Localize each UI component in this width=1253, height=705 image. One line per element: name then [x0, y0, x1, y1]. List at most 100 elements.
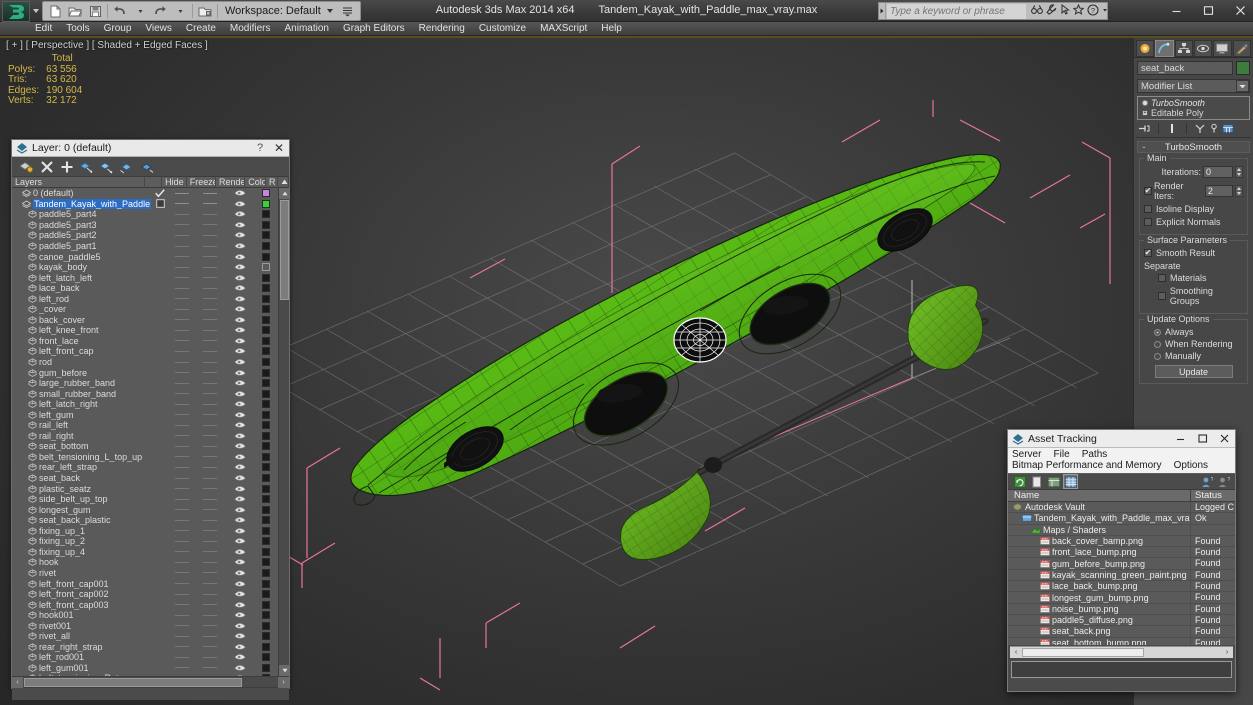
- close-icon[interactable]: [1231, 2, 1249, 18]
- layer-color-cell[interactable]: [256, 516, 278, 525]
- layer-name-cell[interactable]: hook001: [12, 610, 152, 620]
- layer-name-cell[interactable]: lace_back: [12, 283, 152, 293]
- asset-name-cell[interactable]: back_cover_bamp.png: [1008, 535, 1191, 547]
- make-unique-icon[interactable]: [1194, 122, 1206, 134]
- layer-name-cell[interactable]: paddle5_part4: [12, 209, 152, 219]
- layer-name-cell[interactable]: front_lace: [12, 336, 152, 346]
- menu-item-create[interactable]: Create: [179, 22, 223, 35]
- asset-tracking-window[interactable]: Asset Tracking Server File Paths Bitmap …: [1007, 429, 1236, 692]
- asset-row[interactable]: back_cover_bamp.png Found: [1008, 535, 1235, 548]
- layer-color-cell[interactable]: [256, 410, 278, 419]
- layer-name-cell[interactable]: left_gum001: [12, 663, 152, 673]
- layer-hide-cell[interactable]: [169, 551, 195, 553]
- explicit-normals-checkbox[interactable]: [1144, 218, 1152, 226]
- field-manually[interactable]: Manually: [1154, 351, 1243, 361]
- layer-render-cell[interactable]: [225, 601, 255, 609]
- select-objects-in-layer-icon[interactable]: [78, 159, 95, 175]
- layer-row[interactable]: large_rubber_band: [12, 378, 289, 389]
- layer-color-cell[interactable]: [256, 537, 278, 546]
- layer-freeze-cell[interactable]: [195, 256, 225, 258]
- rollout-collapse-icon[interactable]: -: [1138, 142, 1150, 153]
- layer-name-cell[interactable]: rivet_all: [12, 631, 152, 641]
- layer-render-cell[interactable]: [225, 390, 255, 398]
- layer-name-cell[interactable]: longest_gum: [12, 505, 152, 515]
- layer-freeze-cell[interactable]: [195, 540, 225, 542]
- layer-name-cell[interactable]: rivet: [12, 568, 152, 578]
- layer-name-cell[interactable]: fixing_up_1: [12, 526, 152, 536]
- asset-name-cell[interactable]: gum_before_bump.png: [1008, 558, 1191, 569]
- layer-hide-cell[interactable]: [169, 319, 195, 321]
- layer-row[interactable]: rivet001: [12, 620, 289, 631]
- rollout-header-turbosmooth[interactable]: - TurboSmooth: [1137, 141, 1250, 153]
- layer-color-cell[interactable]: [256, 400, 278, 409]
- layer-freeze-cell[interactable]: [195, 287, 225, 289]
- layer-render-cell[interactable]: [225, 580, 255, 588]
- layer-row[interactable]: gum_before: [12, 367, 289, 378]
- search-dropdown-icon[interactable]: [879, 3, 886, 19]
- layer-color-cell[interactable]: [256, 431, 278, 440]
- binoculars-icon[interactable]: [1031, 4, 1043, 18]
- layer-name-cell[interactable]: left_rod001: [12, 652, 152, 662]
- layer-render-cell[interactable]: [225, 379, 255, 387]
- layer-render-cell[interactable]: [225, 274, 255, 282]
- asset-grid-horizontal-scrollbar[interactable]: ‹ ›: [1010, 646, 1233, 658]
- asset-name-cell[interactable]: lace_back_bump.png: [1008, 581, 1191, 592]
- layer-freeze-cell[interactable]: [195, 604, 225, 606]
- layer-hide-cell[interactable]: [169, 308, 195, 310]
- layer-name-cell[interactable]: side_belt_up_top: [12, 494, 152, 504]
- modifier-stack[interactable]: TurboSmooth + Editable Poly: [1137, 96, 1250, 120]
- layer-name-cell[interactable]: gum_before: [12, 368, 152, 378]
- menu-item-help[interactable]: Help: [594, 22, 629, 35]
- viewport-label[interactable]: [ + ] [ Perspective ] [ Shaded + Edged F…: [6, 40, 208, 51]
- layer-color-cell[interactable]: [256, 663, 278, 672]
- layer-color-cell[interactable]: [256, 505, 278, 514]
- layer-row[interactable]: left_latch_right: [12, 399, 289, 410]
- column-header-r[interactable]: R: [266, 176, 278, 188]
- layer-row[interactable]: seat_back: [12, 473, 289, 484]
- field-when-rendering[interactable]: When Rendering: [1154, 339, 1243, 349]
- column-header-color[interactable]: Color: [245, 176, 267, 188]
- layer-row[interactable]: left_front_cap002: [12, 589, 289, 600]
- layer-color-cell[interactable]: [256, 568, 278, 577]
- layer-name-cell[interactable]: seat_bottom: [12, 441, 152, 451]
- layer-hide-cell[interactable]: [169, 488, 195, 490]
- scroll-down-icon[interactable]: [279, 665, 289, 676]
- layer-color-cell[interactable]: [256, 294, 278, 303]
- layer-name-cell[interactable]: kayak_body: [12, 262, 152, 272]
- layer-render-cell[interactable]: [225, 611, 255, 619]
- asset-name-cell[interactable]: longest_gum_bump.png: [1008, 592, 1191, 603]
- layer-render-cell[interactable]: [225, 548, 255, 556]
- layer-render-cell[interactable]: [225, 569, 255, 577]
- layer-color-cell[interactable]: [256, 621, 278, 630]
- layer-row[interactable]: belt_tensioning_L_top_up: [12, 452, 289, 463]
- render-iters-spinner[interactable]: [1235, 185, 1243, 197]
- layer-freeze-cell[interactable]: [195, 519, 225, 521]
- workspace-dropdown-icon[interactable]: [326, 9, 333, 13]
- asset-name-cell[interactable]: kayak_scanning_green_paint.png: [1008, 569, 1191, 581]
- layer-name-cell[interactable]: rivet001: [12, 621, 152, 631]
- menu-item-modifiers[interactable]: Modifiers: [223, 22, 278, 35]
- refresh-icon[interactable]: [1013, 475, 1026, 488]
- layer-hide-cell[interactable]: [169, 245, 195, 247]
- layer-hide-cell[interactable]: [169, 224, 195, 226]
- layer-hide-cell[interactable]: [169, 509, 195, 511]
- layer-name-cell[interactable]: left_front_cap001: [12, 579, 152, 589]
- layer-freeze-cell[interactable]: [195, 530, 225, 532]
- layer-render-cell[interactable]: [225, 442, 255, 450]
- layer-row[interactable]: rear_right_strap: [12, 642, 289, 653]
- scroll-left-icon[interactable]: ‹: [12, 677, 23, 688]
- asset-row[interactable]: Autodesk Vault Logged C: [1008, 502, 1235, 514]
- scroll-right-icon[interactable]: ›: [278, 677, 289, 688]
- field-smooth-result[interactable]: Smooth Result: [1144, 248, 1243, 258]
- layer-freeze-cell[interactable]: [195, 213, 225, 215]
- layer-render-cell[interactable]: [225, 231, 255, 239]
- layer-row[interactable]: rivet_all: [12, 631, 289, 642]
- field-materials[interactable]: Materials: [1158, 273, 1243, 283]
- layer-freeze-cell[interactable]: [195, 329, 225, 331]
- layer-freeze-cell[interactable]: [195, 435, 225, 437]
- layer-row[interactable]: kayak_body: [12, 262, 289, 273]
- configure-modifier-sets-icon[interactable]: [1222, 122, 1234, 134]
- layer-row[interactable]: left_rod001: [12, 652, 289, 663]
- field-isoline-display[interactable]: Isoline Display: [1144, 204, 1243, 214]
- minimize-icon[interactable]: [1167, 2, 1185, 18]
